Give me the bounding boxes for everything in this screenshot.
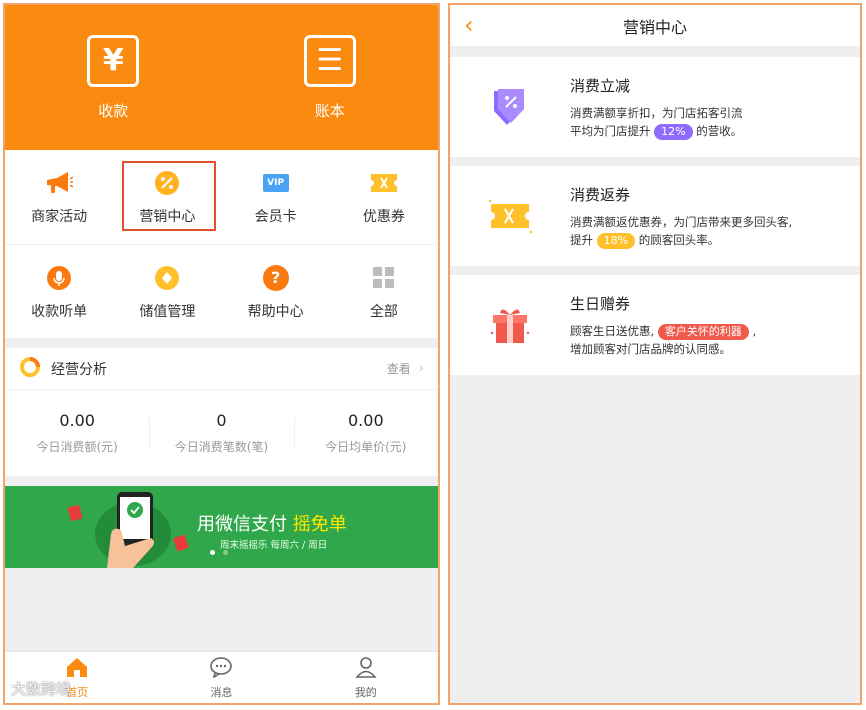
percent-badge-icon	[152, 168, 182, 198]
stat-count-label: 今日消费笔数(笔)	[174, 440, 269, 454]
page-title: 营销中心	[622, 17, 687, 37]
voice-order-label: 收款听单	[31, 303, 88, 320]
carousel-dots	[210, 550, 228, 555]
ledger-icon: ☰	[303, 35, 356, 87]
coupon-return-card[interactable]: 消费返券 消费满额返优惠券，为门店带来更多回头客, 提升 18% 的顾客回头率。	[450, 166, 860, 266]
coupon-icon	[369, 168, 399, 198]
carousel-dot[interactable]	[210, 550, 215, 555]
person-icon	[354, 656, 378, 682]
percent-badge: 18%	[596, 232, 636, 249]
business-analysis-header[interactable]: 经营分析 查看 ›	[5, 348, 438, 390]
phone-hand-illustration	[67, 492, 189, 568]
collect-payment-button[interactable]: ¥ 收款	[53, 35, 173, 150]
stat-amount-value: 0.00	[59, 411, 95, 430]
all-features-label: 全部	[369, 303, 398, 320]
card-title: 消费返券	[570, 185, 631, 204]
stat-average-label: 今日均单价(元)	[325, 440, 407, 454]
coupon-button[interactable]: 优惠券	[330, 150, 438, 244]
feature-grid: 商家活动 营销中心 VIP 会员卡 优惠券 收款听单 储值管理 ? 帮助中心 全…	[5, 150, 438, 338]
banner-subtitle: 周末摇摇乐 每周六 / 周日	[220, 540, 328, 551]
all-features-button[interactable]: 全部	[330, 245, 438, 338]
help-center-label: 帮助中心	[247, 303, 304, 320]
stat-average: 0.00 今日均单价(元)	[293, 411, 438, 455]
card-description: 消费满额享折扣，为门店拓客引流 平均为门店提升 12% 的营收。	[570, 105, 743, 140]
help-center-button[interactable]: ? 帮助中心	[222, 245, 330, 338]
yen-icon: ¥	[87, 35, 140, 87]
business-analysis-panel: 经营分析 查看 › 0.00 今日消费额(元) 0 今日消费笔数(笔) 0.00…	[5, 348, 438, 476]
instant-discount-card[interactable]: 消费立减 消费满额享折扣，为门店拓客引流 平均为门店提升 12% 的营收。	[450, 57, 860, 157]
chevron-right-icon: ›	[418, 361, 424, 376]
marketing-center-screen: ‹ 营销中心 消费立减 消费满额享折扣，为门店拓客引流 平均为门店提升 12% …	[448, 3, 862, 705]
banner-headline: 用微信支付 摇免单	[197, 510, 347, 536]
ledger-button[interactable]: ☰ 账本	[270, 35, 390, 150]
grid-icon	[369, 263, 399, 293]
stored-value-label: 储值管理	[139, 303, 196, 320]
merchant-activity-button[interactable]: 商家活动	[5, 150, 113, 244]
card-description: 消费满额返优惠券，为门店带来更多回头客, 提升 18% 的顾客回头率。	[570, 214, 793, 249]
banner-title-text: 用微信支付	[197, 514, 287, 535]
member-card-label: 会员卡	[254, 209, 297, 225]
collect-payment-label: 收款	[98, 102, 129, 120]
marketing-center-label: 营销中心	[139, 209, 196, 225]
card-title: 消费立减	[570, 76, 631, 95]
stat-amount-label: 今日消费额(元)	[36, 440, 118, 454]
member-card-button[interactable]: VIP 会员卡	[222, 150, 330, 244]
tab-profile-label: 我的	[354, 685, 377, 699]
tab-messages-label: 消息	[210, 685, 233, 699]
wechat-pay-banner[interactable]: 用微信支付 摇免单 周末摇摇乐 每周六 / 周日	[5, 486, 438, 568]
stat-amount: 0.00 今日消费额(元)	[5, 411, 149, 455]
percent-badge: 12%	[654, 123, 693, 140]
discount-tag-icon	[450, 85, 570, 129]
stored-value-button[interactable]: 储值管理	[113, 245, 221, 338]
stat-count-value: 0	[216, 411, 227, 430]
view-more-link[interactable]: 查看	[387, 360, 411, 377]
nav-bar: ‹ 营销中心	[450, 5, 860, 47]
stat-count: 0 今日消费笔数(笔)	[149, 411, 293, 455]
hero-section: ¥ 收款 ☰ 账本	[5, 5, 438, 150]
ring-chart-icon	[19, 356, 41, 382]
watermark: 大数跨境	[11, 680, 72, 698]
banner-highlight-text: 摇免单	[292, 514, 347, 535]
megaphone-icon	[44, 168, 74, 198]
microphone-icon	[44, 263, 74, 293]
today-stats: 0.00 今日消费额(元) 0 今日消费笔数(笔) 0.00 今日均单价(元)	[5, 390, 438, 476]
diamond-icon	[152, 263, 182, 293]
vip-icon: VIP	[261, 168, 291, 198]
card-title: 生日赠券	[570, 294, 631, 313]
chat-icon	[209, 656, 233, 682]
tab-messages[interactable]: 消息	[149, 652, 293, 703]
marketing-center-button[interactable]: 营销中心	[113, 150, 221, 244]
ledger-label: 账本	[314, 102, 345, 120]
merchant-home-screen: ¥ 收款 ☰ 账本 商家活动 营销中心 VIP 会员卡 优惠券 收款听单 储值管…	[3, 3, 440, 705]
tab-profile[interactable]: 我的	[294, 652, 438, 703]
highlight-badge: 客户关怀的利器	[657, 323, 749, 340]
back-chevron-icon[interactable]: ‹	[464, 11, 474, 39]
ticket-icon	[450, 196, 570, 236]
question-icon: ?	[261, 263, 291, 293]
birthday-coupon-card[interactable]: 生日赠券 顾客生日送优惠, 客户关怀的利器 , 增加顾客对门店品牌的认同感。	[450, 275, 860, 375]
coupon-label: 优惠券	[362, 209, 405, 225]
card-description: 顾客生日送优惠, 客户关怀的利器 , 增加顾客对门店品牌的认同感。	[570, 323, 757, 356]
business-analysis-title: 经营分析	[51, 361, 107, 378]
gift-icon	[450, 303, 570, 347]
voice-order-button[interactable]: 收款听单	[5, 245, 113, 338]
merchant-activity-label: 商家活动	[31, 209, 88, 225]
stat-average-value: 0.00	[348, 411, 384, 430]
carousel-dot[interactable]	[223, 550, 228, 555]
